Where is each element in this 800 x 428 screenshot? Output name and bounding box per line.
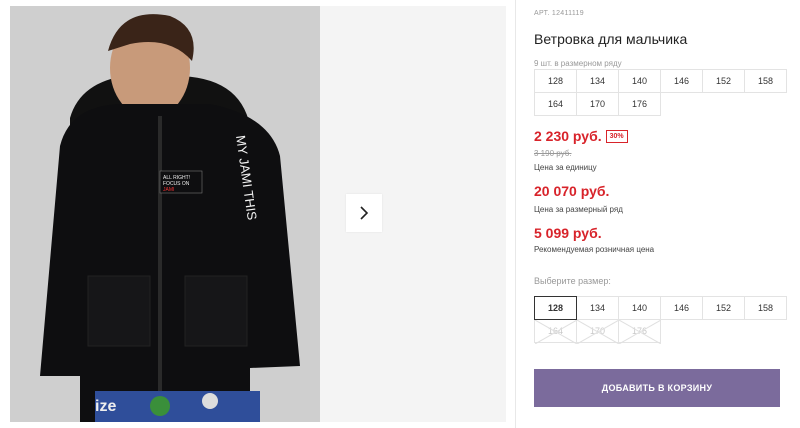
pants-text: ize xyxy=(95,398,116,415)
pack-size-cell: 128 xyxy=(534,69,577,93)
pack-size-cell: 146 xyxy=(660,69,703,93)
size-option-152[interactable]: 152 xyxy=(702,296,745,320)
sku-line: АРТ. 12411119 xyxy=(534,10,584,17)
unit-price-row: 2 230 руб. 30% xyxy=(534,128,628,144)
unit-price: 2 230 руб. xyxy=(534,128,602,144)
size-select-label: Выберите размер: xyxy=(534,276,611,286)
size-option-label: 134 xyxy=(589,303,606,313)
product-photo: ALL RIGHT! FOCUS ON JAMI MY JAMI THIS iz… xyxy=(10,6,320,422)
pack-size-grid: 128 134 140 146 152 158 164 170 176 xyxy=(534,69,787,116)
size-option-146[interactable]: 146 xyxy=(660,296,703,320)
size-option-140[interactable]: 140 xyxy=(618,296,661,320)
size-option-label: 146 xyxy=(673,303,690,313)
column-divider xyxy=(515,0,516,428)
unit-price-note: Цена за единицу xyxy=(534,163,597,172)
sku-value: 12411119 xyxy=(551,10,584,17)
retail-price: 5 099 руб. xyxy=(534,225,602,241)
size-option-164: 164 xyxy=(534,319,577,344)
size-option-128[interactable]: 128 xyxy=(534,296,577,320)
pack-size-cell: 164 xyxy=(534,92,577,116)
pack-size-cell: 140 xyxy=(618,69,661,93)
boy-jacket-illustration: ALL RIGHT! FOCUS ON JAMI MY JAMI THIS iz… xyxy=(10,6,320,422)
size-select-grid: 128 134 140 146 152 158 164 170 176 xyxy=(534,296,787,344)
pack-note: 9 шт. в размерном ряду xyxy=(534,59,622,68)
discount-badge: 30% xyxy=(605,129,628,143)
unavailable-cross-icon xyxy=(577,320,619,344)
pack-size-cell: 158 xyxy=(744,69,787,93)
chevron-right-icon xyxy=(360,206,369,220)
size-option-label: 158 xyxy=(757,303,774,313)
jacket-patch-text-3: JAMI xyxy=(163,187,174,193)
unavailable-cross-icon xyxy=(619,320,661,344)
size-option-label: 152 xyxy=(715,303,732,313)
unavailable-cross-icon xyxy=(535,320,577,344)
size-option-134[interactable]: 134 xyxy=(576,296,619,320)
pack-size-cell: 134 xyxy=(576,69,619,93)
pack-size-cell: 176 xyxy=(618,92,661,116)
pack-size-cell: 152 xyxy=(702,69,745,93)
size-option-label: 140 xyxy=(631,303,648,313)
add-to-cart-button[interactable]: ДОБАВИТЬ В КОРЗИНУ xyxy=(534,369,780,407)
next-photo-button[interactable] xyxy=(346,194,382,232)
pack-size-cell: 170 xyxy=(576,92,619,116)
product-title: Ветровка для мальчика xyxy=(534,31,688,47)
pack-price-note: Цена за размерный ряд xyxy=(534,205,623,214)
size-option-158[interactable]: 158 xyxy=(744,296,787,320)
size-option-170: 170 xyxy=(576,319,619,344)
size-option-label: 128 xyxy=(547,303,564,313)
pack-price: 20 070 руб. xyxy=(534,183,610,199)
size-option-176: 176 xyxy=(618,319,661,344)
sku-label: АРТ. xyxy=(534,10,550,17)
retail-price-note: Рекомендуемая розничная цена xyxy=(534,245,655,254)
old-price: 3 190 руб. xyxy=(534,149,572,158)
